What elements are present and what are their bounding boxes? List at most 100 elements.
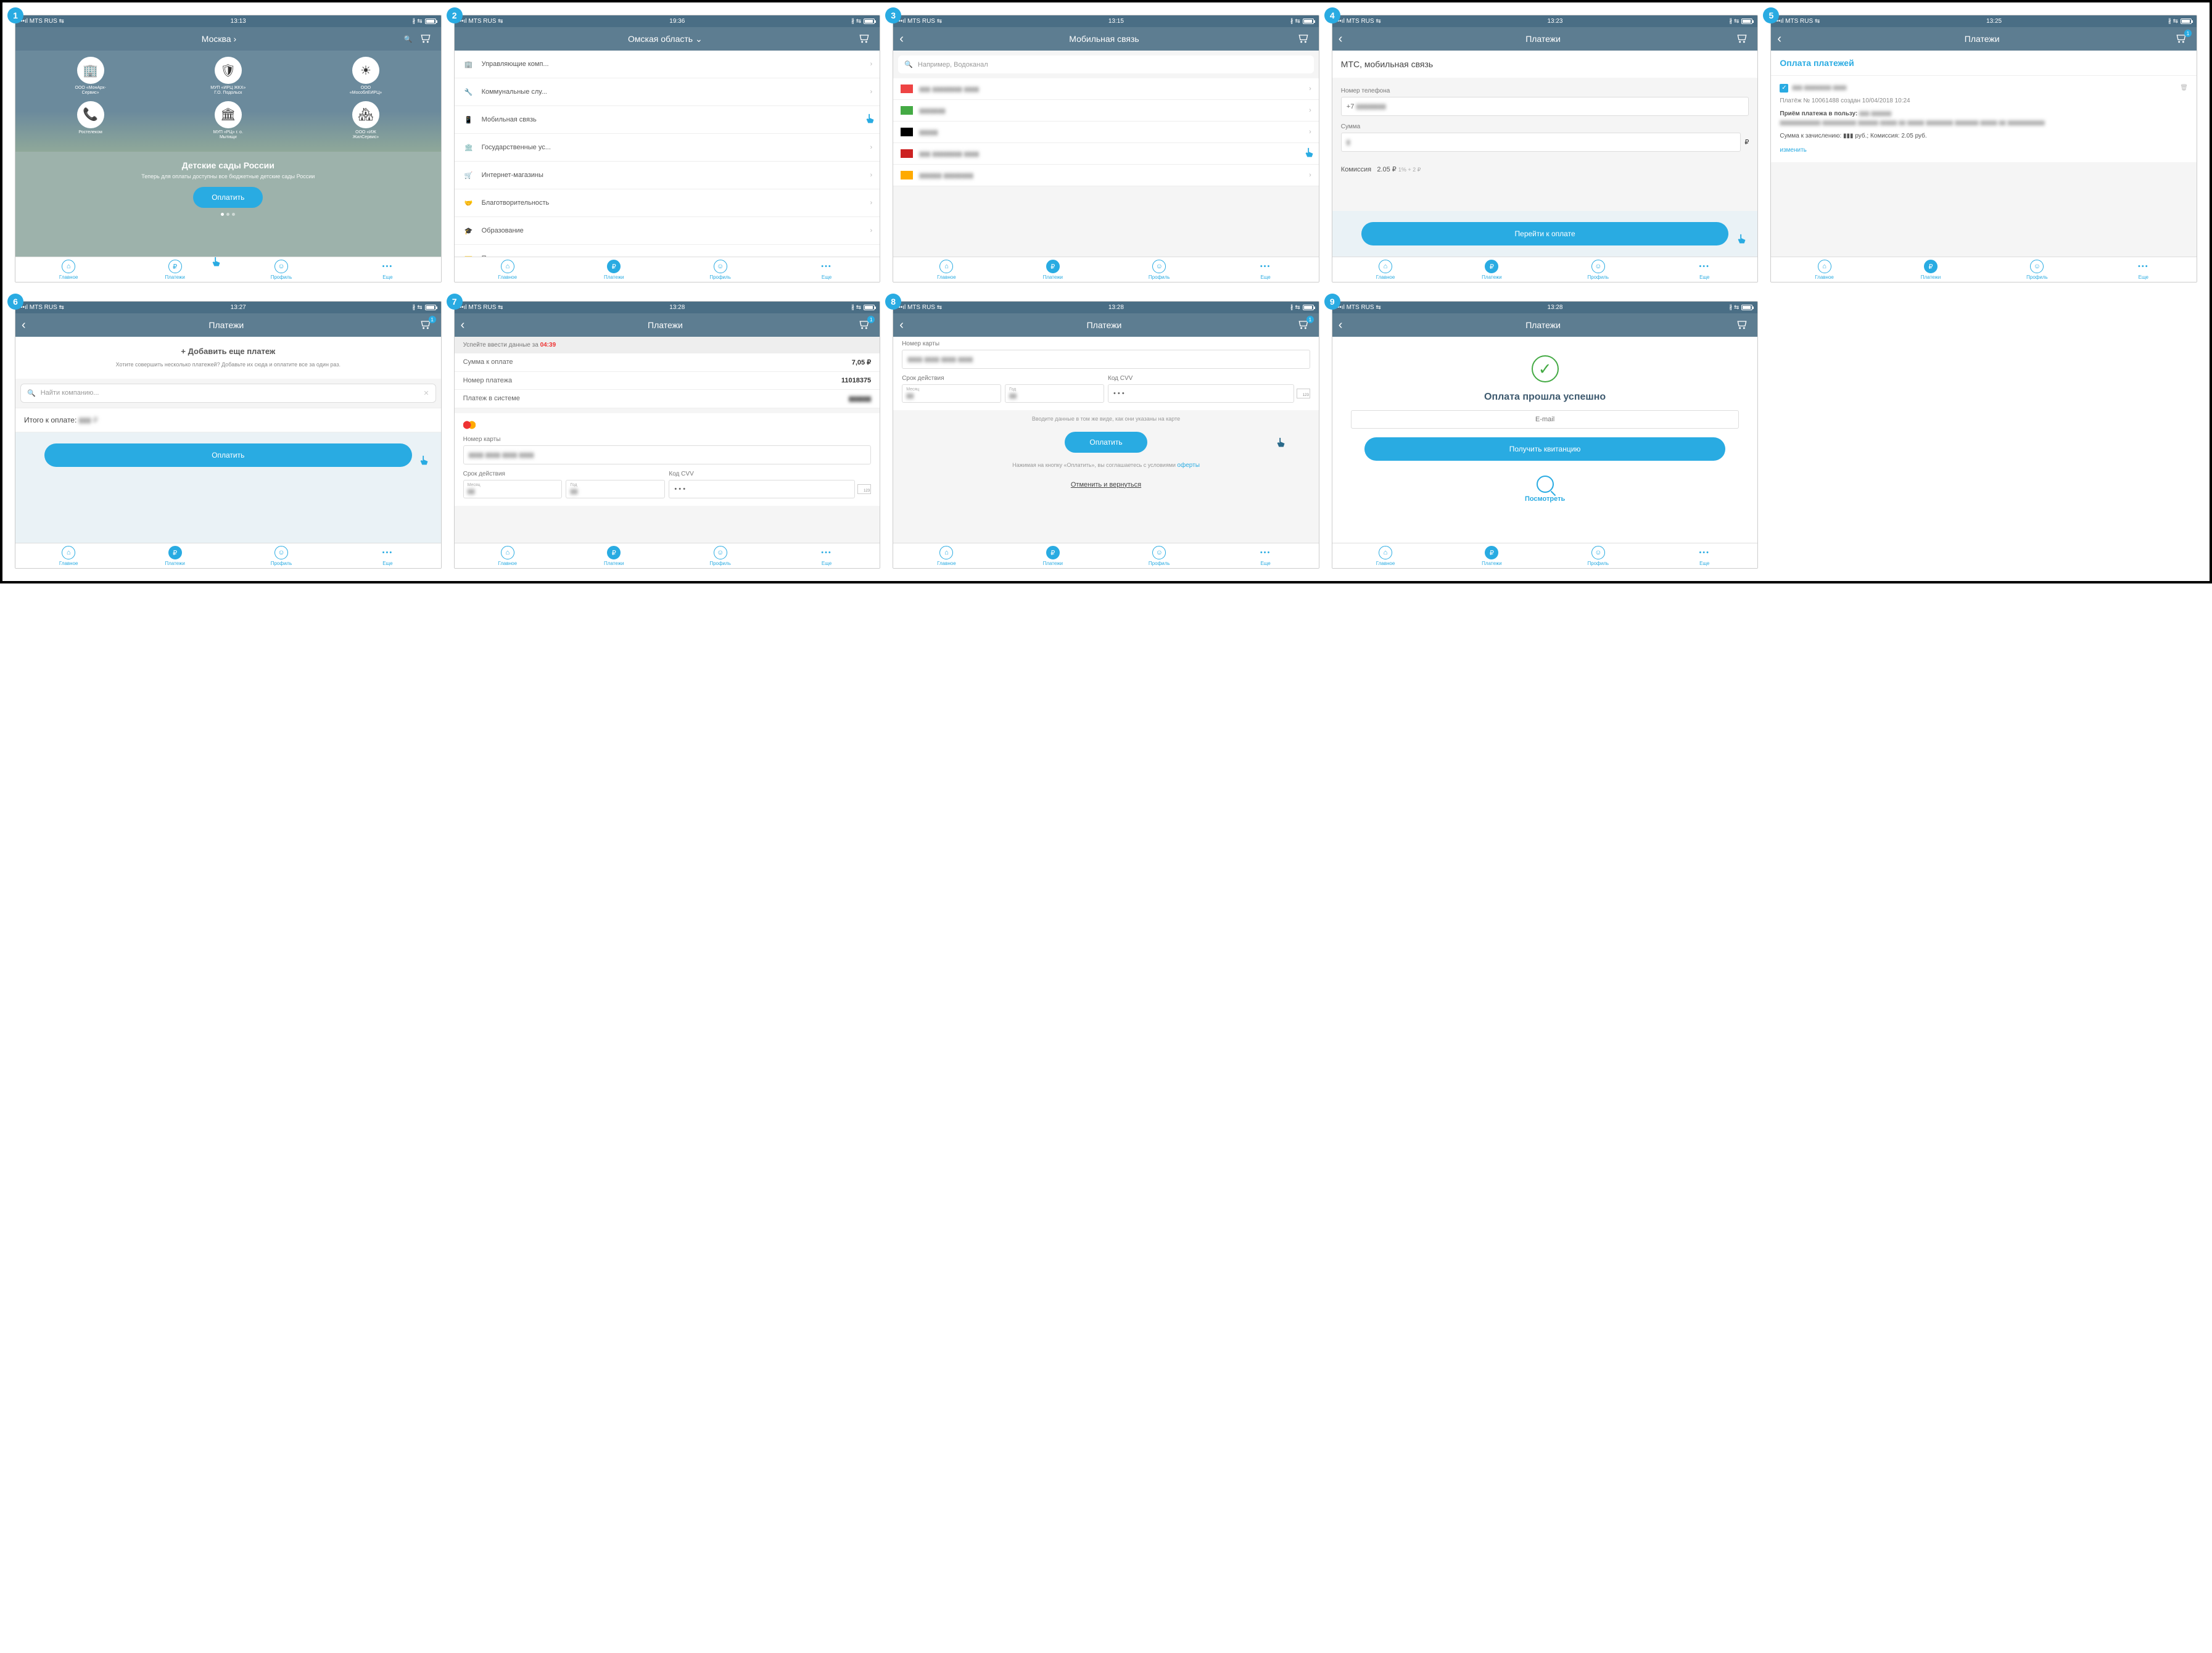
month-input[interactable]: Месяц▮▮ xyxy=(463,480,563,498)
search-input[interactable]: 🔍Например, Водоканал xyxy=(898,56,1314,73)
cart-icon[interactable]: 1 xyxy=(419,318,435,332)
tab-home[interactable]: ⌂Главное xyxy=(1332,257,1438,282)
sum-input[interactable]: ▮ xyxy=(1341,133,1741,152)
provider-tile[interactable]: 🛡МУП «ИРЦ ЖКХ» Г.О. Подольск xyxy=(210,57,247,96)
category-item[interactable]: 🏢Управляющие комп...› xyxy=(455,51,880,78)
provider-tile[interactable]: ☀ООО «МособлЕИРЦ» xyxy=(347,57,384,96)
tab-more[interactable]: •••Еще xyxy=(1212,257,1318,282)
cart-icon[interactable] xyxy=(1735,318,1751,332)
card-number-input[interactable]: ▮▮▮▮ ▮▮▮▮ ▮▮▮▮ ▮▮▮▮ xyxy=(902,350,1310,369)
location-picker[interactable]: Омская область ⌄ xyxy=(473,34,858,44)
location-picker[interactable]: Москва › xyxy=(34,34,404,44)
tab-profile[interactable]: ☺Профиль xyxy=(1545,543,1651,568)
tab-payments[interactable]: ₽Платежи xyxy=(1878,257,1984,282)
tab-home[interactable]: ⌂Главное xyxy=(893,257,999,282)
pay-button[interactable]: Оплатить xyxy=(193,187,263,208)
category-item[interactable]: 🤝Благотворительность› xyxy=(455,189,880,217)
cancel-link[interactable]: Отменить и вернуться xyxy=(893,475,1319,495)
category-item[interactable]: 🔧Коммунальные слу...› xyxy=(455,78,880,106)
view-link[interactable]: Посмотреть xyxy=(1332,495,1758,503)
tab-home[interactable]: ⌂Главное xyxy=(1332,543,1438,568)
category-item[interactable]: 🎓Образование› xyxy=(455,217,880,245)
category-item[interactable]: 💳Погашение кредитов› xyxy=(455,245,880,257)
tab-home[interactable]: ⌂Главное xyxy=(1771,257,1877,282)
back-icon[interactable]: ‹ xyxy=(461,319,473,331)
provider-tile[interactable]: 🏛МУП «РЦ» г. о. Мытищи xyxy=(210,101,247,141)
tab-home[interactable]: ⌂Главное xyxy=(455,543,561,568)
cart-icon[interactable] xyxy=(419,32,435,46)
pay-button[interactable]: Оплатить xyxy=(44,443,411,467)
tab-home[interactable]: ⌂Главное xyxy=(893,543,999,568)
magnify-icon[interactable] xyxy=(1537,476,1554,493)
tab-home[interactable]: ⌂Главное xyxy=(15,543,122,568)
provider-tile[interactable]: 📞Ростелеком xyxy=(72,101,109,141)
tab-payments[interactable]: ₽Платежи xyxy=(1438,257,1545,282)
search-company-input[interactable]: 🔍Найти компанию...✕ xyxy=(20,384,436,403)
cart-icon[interactable] xyxy=(857,32,873,46)
cart-icon[interactable] xyxy=(1297,32,1313,46)
cart-icon[interactable]: 1 xyxy=(857,318,873,332)
back-icon[interactable]: ‹ xyxy=(1339,33,1351,45)
back-icon[interactable]: ‹ xyxy=(1777,33,1789,45)
tab-payments[interactable]: ₽Платежи xyxy=(122,543,228,568)
tab-more[interactable]: •••Еще xyxy=(1651,257,1757,282)
back-icon[interactable]: ‹ xyxy=(1339,319,1351,331)
tab-profile[interactable]: ☺Профиль xyxy=(1545,257,1651,282)
search-icon[interactable]: 🔍 xyxy=(404,35,413,43)
cvv-input[interactable]: • • • xyxy=(1108,384,1294,403)
tab-payments[interactable]: ₽Платежи xyxy=(122,257,228,282)
tab-profile[interactable]: ☺Профиль xyxy=(228,543,334,568)
tab-profile[interactable]: ☺Профиль xyxy=(228,257,334,282)
tab-more[interactable]: •••Еще xyxy=(334,257,440,282)
year-input[interactable]: Год▮▮ xyxy=(1005,384,1104,403)
provider-item[interactable]: ▮▮▮ ▮▮▮▮▮▮▮▮ ▮▮▮▮ xyxy=(893,143,1319,165)
tab-more[interactable]: •••Еще xyxy=(774,257,880,282)
tab-payments[interactable]: ₽Платежи xyxy=(1000,257,1106,282)
month-input[interactable]: Месяц▮▮ xyxy=(902,384,1001,403)
add-payment-link[interactable]: + Добавить еще платеж xyxy=(23,347,434,356)
proceed-button[interactable]: Перейти к оплате xyxy=(1361,222,1728,245)
get-receipt-button[interactable]: Получить квитанцию xyxy=(1364,437,1725,461)
tab-payments[interactable]: ₽Платежи xyxy=(1438,543,1545,568)
tab-payments[interactable]: ₽Платежи xyxy=(561,257,667,282)
cvv-input[interactable]: • • • xyxy=(669,480,855,498)
back-icon[interactable]: ‹ xyxy=(899,319,912,331)
cart-icon[interactable] xyxy=(1735,32,1751,46)
edit-link[interactable]: изменить xyxy=(1780,147,1807,154)
terms-link[interactable]: оферты xyxy=(1177,462,1199,469)
tab-more[interactable]: •••Еще xyxy=(2090,257,2197,282)
phone-input[interactable]: +7 ▮▮▮▮▮▮▮▮ xyxy=(1341,97,1749,116)
provider-item[interactable]: ▮▮▮ ▮▮▮▮▮▮▮▮ ▮▮▮▮› xyxy=(893,78,1319,100)
email-input[interactable] xyxy=(1351,410,1739,429)
checkbox[interactable]: ✓ xyxy=(1780,84,1788,93)
provider-item[interactable]: ▮▮▮▮▮› xyxy=(893,122,1319,143)
tab-more[interactable]: •••Еще xyxy=(1651,543,1757,568)
trash-icon[interactable]: 🗑 xyxy=(2180,83,2188,93)
card-number-input[interactable]: ▮▮▮▮ ▮▮▮▮ ▮▮▮▮ ▮▮▮▮ xyxy=(463,445,872,464)
tab-profile[interactable]: ☺Профиль xyxy=(1984,257,2090,282)
provider-item[interactable]: ▮▮▮▮▮▮ ▮▮▮▮▮▮▮▮› xyxy=(893,165,1319,186)
tab-more[interactable]: •••Еще xyxy=(1212,543,1318,568)
tab-profile[interactable]: ☺Профиль xyxy=(1106,257,1212,282)
year-input[interactable]: Год▮▮ xyxy=(566,480,665,498)
tab-payments[interactable]: ₽Платежи xyxy=(1000,543,1106,568)
tab-more[interactable]: •••Еще xyxy=(334,543,440,568)
tab-more[interactable]: •••Еще xyxy=(774,543,880,568)
provider-item[interactable]: ▮▮▮▮▮▮▮› xyxy=(893,100,1319,122)
back-icon[interactable]: ‹ xyxy=(899,33,912,45)
clear-icon[interactable]: ✕ xyxy=(423,389,429,397)
cart-icon[interactable]: 1 xyxy=(1297,318,1313,332)
cart-icon[interactable]: 1 xyxy=(2174,32,2190,46)
back-icon[interactable]: ‹ xyxy=(22,319,34,331)
tab-home[interactable]: ⌂Главное xyxy=(455,257,561,282)
category-item[interactable]: 📱Мобильная связь xyxy=(455,106,880,134)
pay-button[interactable]: Оплатить xyxy=(1065,432,1147,453)
provider-tile[interactable]: 🏢ООО «МонАрх-Сервис» xyxy=(72,57,109,96)
tab-profile[interactable]: ☺Профиль xyxy=(667,543,773,568)
tab-payments[interactable]: ₽Платежи xyxy=(561,543,667,568)
category-item[interactable]: 🏛Государственные ус...› xyxy=(455,134,880,162)
tab-profile[interactable]: ☺Профиль xyxy=(667,257,773,282)
provider-tile[interactable]: 🏘ООО «ИЖ ЖилСервис» xyxy=(347,101,384,141)
category-item[interactable]: 🛒Интернет-магазины› xyxy=(455,162,880,189)
tab-profile[interactable]: ☺Профиль xyxy=(1106,543,1212,568)
